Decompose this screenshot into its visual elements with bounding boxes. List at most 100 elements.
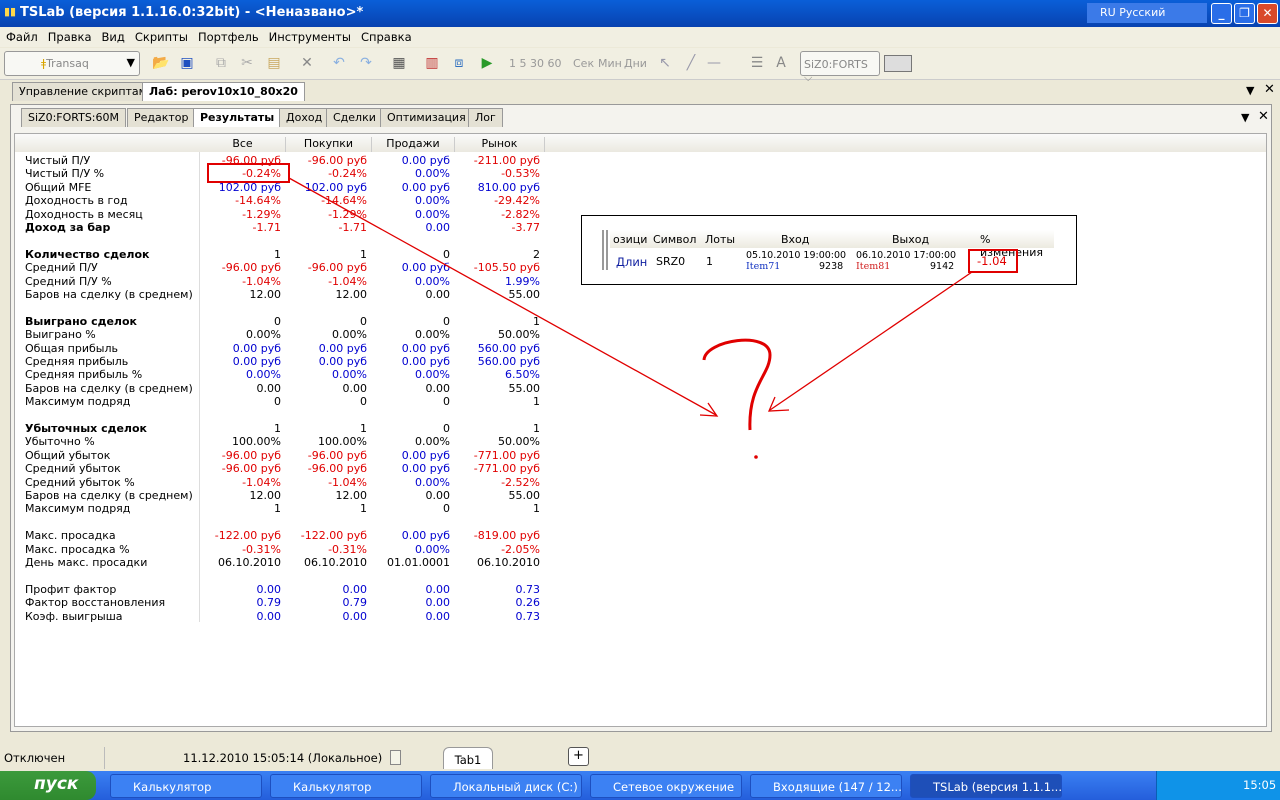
- notes-icon[interactable]: [390, 750, 401, 765]
- tab-income[interactable]: Доход: [279, 108, 330, 127]
- interval-buttons[interactable]: 1 5 30 60: [509, 57, 561, 70]
- cell-value: 0.00: [425, 221, 451, 234]
- menu-portfolio[interactable]: Портфель: [192, 27, 263, 44]
- cell-value: 0.00: [256, 609, 282, 623]
- cell-value: 0.73: [515, 582, 541, 596]
- column-header[interactable]: Продажи: [372, 137, 455, 152]
- cell-value: -3.77: [511, 221, 540, 234]
- cell-value: 0.00 руб: [232, 355, 281, 368]
- row-label: Средняя прибыль %: [25, 368, 143, 382]
- open-folder-icon[interactable]: 📂: [152, 54, 170, 72]
- diagram-icon[interactable]: ⧈: [450, 54, 468, 72]
- table-row: Средний П/У % -1.04% -1.04% 0.00% 1.99%: [15, 275, 555, 288]
- language-indicator[interactable]: RU Русский: [1087, 3, 1207, 23]
- add-tab-button[interactable]: +: [568, 747, 589, 766]
- undo-icon[interactable]: ↶: [330, 54, 348, 72]
- symbol-select[interactable]: SiZ0:FORTS ⌵: [800, 51, 880, 84]
- cell-value: -211.00 руб: [473, 154, 540, 167]
- delete-icon[interactable]: ✕: [298, 54, 316, 72]
- task-calculator[interactable]: Калькулятор: [270, 774, 422, 798]
- redo-icon[interactable]: ↷: [357, 54, 375, 72]
- menu-scripts[interactable]: Скрипты: [129, 27, 192, 44]
- cell-value: 1: [360, 502, 367, 516]
- close-icon[interactable]: ✕: [1264, 82, 1275, 97]
- trade-lots: 1: [706, 255, 713, 268]
- row-label: Макс. просадка: [25, 529, 116, 543]
- start-button[interactable]: пуск: [0, 771, 96, 800]
- cell-value: -1.04%: [242, 274, 281, 288]
- cut-icon[interactable]: ✂: [238, 54, 256, 72]
- menu-view[interactable]: Вид: [96, 27, 129, 44]
- connector-select[interactable]: ǂTransaq ▼: [4, 51, 140, 76]
- tab-log[interactable]: Лог: [468, 108, 503, 127]
- menu-help[interactable]: Справка: [355, 27, 416, 44]
- tab-tab1[interactable]: Tab1: [443, 747, 493, 769]
- table-row: Максимум подряд 1 1 0 1: [15, 502, 555, 515]
- column-header[interactable]: Покупки: [286, 137, 372, 152]
- run-icon[interactable]: ▶: [478, 54, 496, 72]
- task-tslab[interactable]: TSLab (версия 1.1.1...: [910, 774, 1062, 798]
- minimize-button[interactable]: _: [1211, 3, 1232, 24]
- connection-status: Отключен: [4, 751, 66, 765]
- maximize-button[interactable]: ❐: [1234, 3, 1255, 24]
- column-header[interactable]: Лоты: [705, 233, 735, 246]
- task-network[interactable]: Сетевое окружение: [590, 774, 742, 798]
- entry-time: 05.10.2010 19:00:00: [746, 250, 847, 261]
- tab-editor[interactable]: Редактор: [127, 108, 196, 127]
- tab-optimization[interactable]: Оптимизация: [380, 108, 473, 127]
- cursor-icon[interactable]: ↖: [656, 54, 674, 72]
- tab-results[interactable]: Результаты: [193, 108, 282, 127]
- grip-handle[interactable]: [602, 230, 608, 270]
- menu-edit[interactable]: Правка: [42, 27, 96, 44]
- dropdown-icon[interactable]: ▼: [1246, 84, 1254, 97]
- cell-value: 1: [533, 502, 540, 516]
- tab-lab[interactable]: Лаб: perov10x10_80x20: [142, 82, 305, 101]
- column-header[interactable]: Вход: [781, 233, 809, 246]
- column-header[interactable]: Все: [200, 137, 286, 152]
- tab-script-manager[interactable]: Управление скриптами: [12, 82, 162, 101]
- paste-icon[interactable]: ▤: [265, 54, 283, 72]
- color-swatch[interactable]: [884, 55, 912, 72]
- cell-value: -1.29%: [242, 207, 281, 221]
- chart-icon[interactable]: ▥: [423, 54, 441, 72]
- dropdown-icon[interactable]: ▼: [1241, 111, 1249, 124]
- properties-icon[interactable]: ▦: [390, 54, 408, 72]
- column-header[interactable]: Рынок: [455, 137, 545, 152]
- column-header[interactable]: озици: [613, 233, 647, 246]
- unit-days[interactable]: Дни: [624, 57, 647, 70]
- close-icon[interactable]: ✕: [1258, 109, 1269, 124]
- table-row: Средняя прибыль 0.00 руб 0.00 руб 0.00 руб 5…: [15, 355, 555, 368]
- copy-icon[interactable]: ⧉: [212, 54, 230, 72]
- save-icon[interactable]: ▣: [178, 54, 196, 72]
- task-local-disk[interactable]: Локальный диск (C:): [430, 774, 582, 798]
- status-time: 11.12.2010 15:05:14 (Локальное): [183, 751, 383, 765]
- tab-chart[interactable]: SiZ0:FORTS:60M: [21, 108, 127, 127]
- tab-trades[interactable]: Сделки: [326, 108, 383, 127]
- column-header[interactable]: Выход: [892, 233, 929, 246]
- app-icon: ▮▮: [4, 5, 17, 18]
- cell-value: 0.79: [342, 596, 368, 610]
- close-button[interactable]: ✕: [1257, 3, 1278, 24]
- trade-change: -1.04: [977, 254, 1007, 268]
- line-tool-icon[interactable]: ╱: [682, 54, 700, 72]
- menu-tools[interactable]: Инструменты: [263, 27, 355, 44]
- list-icon[interactable]: ☰: [748, 54, 766, 72]
- task-calculator[interactable]: Калькулятор: [110, 774, 262, 798]
- cell-value: 0.79: [256, 596, 282, 610]
- table-row: Макс. просадка -122.00 руб -122.00 руб 0.00…: [15, 529, 555, 542]
- column-header[interactable]: Символ: [653, 233, 696, 246]
- cell-value: -96.00 руб: [307, 448, 367, 462]
- cell-value: 0.00: [342, 381, 368, 395]
- unit-minutes[interactable]: Мин: [598, 57, 622, 70]
- cell-value: 0.00 руб: [318, 355, 367, 368]
- cell-value: 0.00 руб: [401, 462, 450, 476]
- text-icon[interactable]: A: [772, 54, 790, 72]
- menu-file[interactable]: Файл: [0, 27, 42, 44]
- unit-seconds[interactable]: Сек: [573, 57, 594, 70]
- hline-tool-icon[interactable]: —: [705, 54, 723, 72]
- cell-value: 1: [533, 314, 540, 328]
- task-inbox[interactable]: Входящие (147 / 12...: [750, 774, 902, 798]
- cell-value: -96.00 руб: [307, 462, 367, 476]
- cell-value: 0.00: [425, 596, 451, 610]
- row-label: Доход за бар: [25, 221, 111, 234]
